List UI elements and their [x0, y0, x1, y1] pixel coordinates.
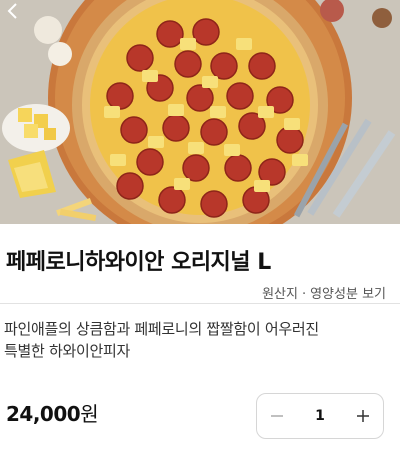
section-divider — [0, 303, 400, 304]
pineapple-chunk — [292, 154, 308, 166]
pineapple-chunk — [180, 38, 196, 50]
pepperoni-slice — [186, 84, 214, 112]
pepperoni-slice — [116, 172, 144, 200]
pepperoni-slice — [200, 190, 228, 218]
increase-button[interactable] — [343, 394, 383, 438]
pepperoni-slice — [158, 186, 186, 214]
decrease-button[interactable] — [257, 394, 297, 438]
pineapple-chunk — [210, 106, 226, 118]
price-unit: 원 — [80, 402, 99, 426]
product-image — [0, 0, 400, 224]
pineapple-chunk — [236, 38, 252, 50]
origin-label: 원산지 — [262, 287, 298, 302]
nutrition-label: 영양성분 보기 — [310, 287, 386, 302]
pepperoni-slice — [210, 52, 238, 80]
description-line-1: 파인애플의 상큼함과 페페로니의 짭짤함이 어우러진 — [4, 320, 319, 338]
pepperoni-slice — [126, 44, 154, 72]
pizza-photo — [0, 0, 400, 224]
separator-dot: · — [301, 287, 307, 302]
pepperoni-slice — [162, 114, 190, 142]
pepperoni-slice — [226, 82, 254, 110]
plus-icon — [357, 410, 369, 422]
pineapple-chunk — [188, 142, 204, 154]
pineapple-chunk — [254, 180, 270, 192]
pepperoni-slice — [106, 82, 134, 110]
pepperoni-slice — [200, 118, 228, 146]
pineapple-chunk — [202, 76, 218, 88]
pepperoni-slice — [224, 154, 252, 182]
pineapple-chunk — [110, 154, 126, 166]
pineapple-chunk — [284, 118, 300, 130]
pineapple-chunk — [168, 104, 184, 116]
pepperoni-slice — [174, 50, 202, 78]
pepperoni-slice — [248, 52, 276, 80]
chevron-left-icon — [7, 3, 17, 19]
origin-nutrition-link[interactable]: 원산지 · 영양성분 보기 — [262, 283, 386, 304]
pineapple-chunk — [142, 70, 158, 82]
minus-icon — [271, 415, 283, 417]
pepperoni-slice — [182, 154, 210, 182]
product-description: 파인애플의 상큼함과 페페로니의 짭짤함이 어우러진 특별한 하와이안피자 — [4, 318, 396, 362]
pineapple-chunk — [148, 136, 164, 148]
pineapple-chunk — [258, 106, 274, 118]
pepperoni-slice — [276, 126, 304, 154]
product-price: 24,000원 — [6, 398, 99, 427]
pineapple-chunk — [174, 178, 190, 190]
pineapple-chunk — [104, 106, 120, 118]
pepperoni-slice — [136, 148, 164, 176]
quantity-stepper: 1 — [256, 393, 384, 439]
back-button[interactable] — [2, 0, 24, 22]
pepperoni-slice — [156, 20, 184, 48]
pepperoni-slice — [120, 116, 148, 144]
price-number: 24,000 — [6, 402, 81, 426]
product-title: 페페로니하와이안 오리지널 L — [6, 250, 271, 275]
description-line-2: 특별한 하와이안피자 — [4, 342, 130, 360]
pineapple-chunk — [224, 144, 240, 156]
pepperoni-slice — [192, 18, 220, 46]
quantity-value: 1 — [315, 408, 325, 424]
